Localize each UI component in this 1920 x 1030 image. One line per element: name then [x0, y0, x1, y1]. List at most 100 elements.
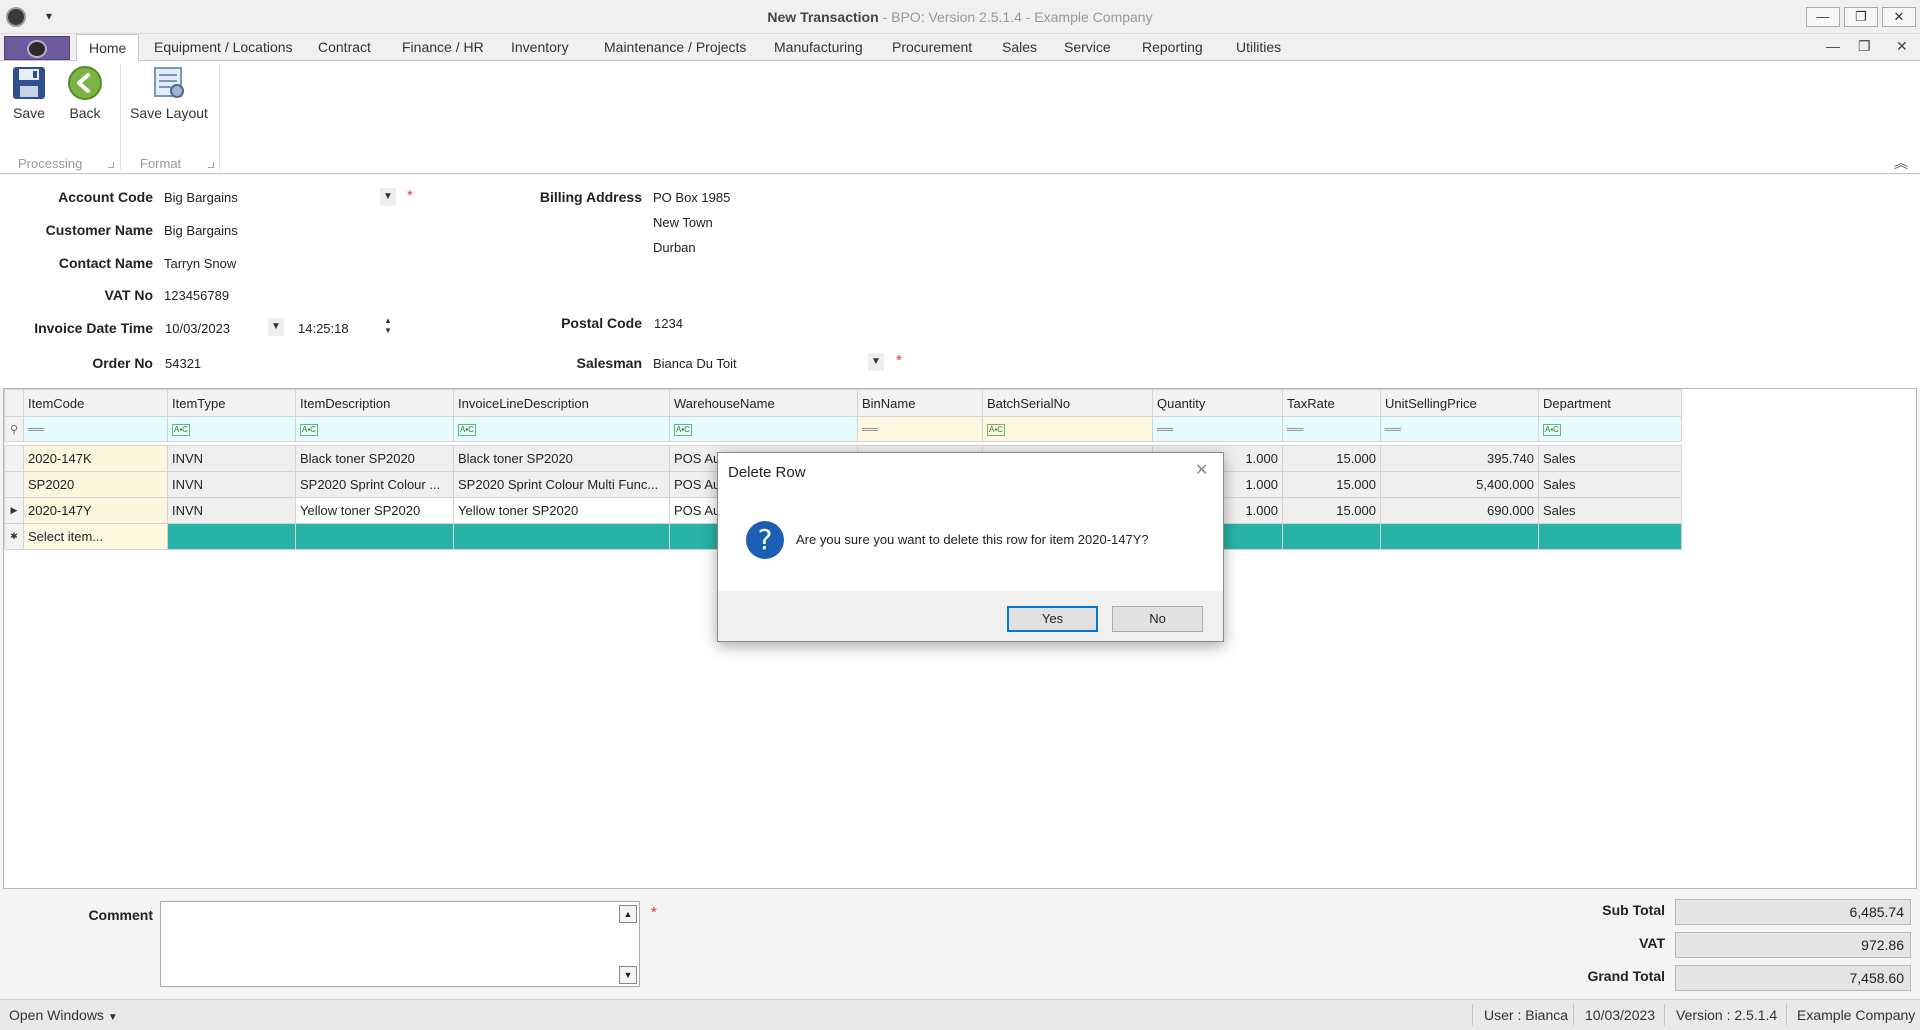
save-layout-button[interactable]: Save Layout — [128, 65, 210, 121]
cell-tax-rate[interactable]: 15.000 — [1282, 497, 1381, 524]
filter-cell[interactable]: A▪C — [167, 416, 296, 442]
cell-item-description[interactable]: Yellow toner SP2020 — [295, 497, 454, 524]
new-row-cell[interactable] — [295, 523, 454, 550]
tab-home[interactable]: Home — [76, 34, 140, 62]
tab-equipment-locations[interactable]: Equipment / Locations — [142, 34, 305, 61]
dialog-close-icon[interactable]: ✕ — [1195, 460, 1208, 480]
equals-operator-icon[interactable]: ══ — [1385, 422, 1401, 436]
column-header[interactable]: ItemDescription — [295, 389, 454, 417]
cell-item-description[interactable]: Black toner SP2020 — [295, 445, 454, 472]
tab-reporting[interactable]: Reporting — [1130, 34, 1215, 61]
cell-department[interactable]: Sales — [1538, 445, 1682, 472]
cell-item-code[interactable]: SP2020 — [23, 471, 168, 498]
column-header[interactable]: TaxRate — [1282, 389, 1381, 417]
text-operator-icon[interactable]: A▪C — [458, 423, 476, 436]
tab-contract[interactable]: Contract — [306, 34, 383, 61]
mdi-minimize-icon[interactable]: — — [1826, 38, 1840, 54]
yes-button[interactable]: Yes — [1007, 606, 1098, 632]
filter-cell[interactable]: A▪C — [453, 416, 670, 442]
invoice-date-dropdown-icon[interactable]: ▼ — [268, 318, 284, 336]
filter-cell[interactable]: ══ — [1282, 416, 1381, 442]
text-operator-icon[interactable]: A▪C — [300, 423, 318, 436]
new-item-select-cell[interactable]: Select item... — [23, 523, 168, 550]
open-windows-menu[interactable]: Open Windows ▼ — [9, 1007, 118, 1023]
equals-operator-icon[interactable]: ══ — [1287, 422, 1303, 436]
tab-utilities[interactable]: Utilities — [1224, 34, 1293, 61]
collapse-ribbon-icon[interactable]: ︽ — [1894, 153, 1908, 173]
cell-department[interactable]: Sales — [1538, 471, 1682, 498]
filter-cell[interactable]: A▪C — [982, 416, 1153, 442]
cell-tax-rate[interactable]: 15.000 — [1282, 471, 1381, 498]
new-row-cell[interactable] — [1538, 523, 1682, 550]
cell-invoice-line-description[interactable]: SP2020 Sprint Colour Multi Func... — [453, 471, 670, 498]
save-button[interactable]: Save — [8, 65, 50, 121]
cell-invoice-line-description[interactable]: Yellow toner SP2020 — [453, 497, 670, 524]
salesman-field[interactable]: Bianca Du Toit — [653, 356, 737, 371]
close-button[interactable]: ✕ — [1882, 7, 1916, 27]
time-spinner-icon[interactable]: ▲ ▼ — [384, 316, 392, 336]
cell-item-code[interactable]: 2020-147Y — [23, 497, 168, 524]
filter-cell[interactable]: A▪C — [1538, 416, 1682, 442]
column-header[interactable]: WarehouseName — [669, 389, 858, 417]
equals-operator-icon[interactable]: ══ — [28, 422, 44, 436]
application-menu-button[interactable] — [4, 36, 70, 60]
filter-cell[interactable]: ══ — [1380, 416, 1539, 442]
cell-department[interactable]: Sales — [1538, 497, 1682, 524]
column-header[interactable]: ItemType — [167, 389, 296, 417]
cell-item-description[interactable]: SP2020 Sprint Colour ... — [295, 471, 454, 498]
salesman-dropdown-icon[interactable]: ▼ — [868, 353, 884, 371]
minimize-button[interactable]: — — [1806, 7, 1840, 27]
tab-procurement[interactable]: Procurement — [880, 34, 984, 61]
column-header[interactable]: ItemCode — [23, 389, 168, 417]
column-header[interactable]: UnitSellingPrice — [1380, 389, 1539, 417]
cell-tax-rate[interactable]: 15.000 — [1282, 445, 1381, 472]
scroll-up-icon[interactable]: ▲ — [619, 905, 637, 923]
equals-operator-icon[interactable]: ══ — [1157, 422, 1173, 436]
cell-unit-selling-price[interactable]: 395.740 — [1380, 445, 1539, 472]
new-row-cell[interactable] — [1380, 523, 1539, 550]
cell-item-type[interactable]: INVN — [167, 471, 296, 498]
tab-finance-hr[interactable]: Finance / HR — [390, 34, 496, 61]
row-indicator[interactable] — [4, 471, 24, 498]
tab-service[interactable]: Service — [1052, 34, 1123, 61]
format-group-launcher-icon[interactable] — [208, 162, 214, 168]
order-no-field[interactable]: 54321 — [165, 356, 201, 371]
column-header[interactable]: Quantity — [1152, 389, 1283, 417]
cell-item-type[interactable]: INVN — [167, 497, 296, 524]
new-row-cell[interactable] — [453, 523, 670, 550]
text-operator-icon[interactable]: A▪C — [674, 423, 692, 436]
invoice-date-field[interactable]: 10/03/2023 — [165, 321, 230, 336]
back-button[interactable]: Back — [64, 65, 106, 121]
account-code-dropdown-icon[interactable]: ▼ — [380, 188, 396, 206]
filter-cell[interactable]: ══ — [1152, 416, 1283, 442]
processing-group-launcher-icon[interactable] — [108, 162, 114, 168]
new-row-cell[interactable] — [1282, 523, 1381, 550]
new-row-cell[interactable] — [167, 523, 296, 550]
filter-cell[interactable]: A▪C — [295, 416, 454, 442]
text-operator-icon[interactable]: A▪C — [987, 423, 1005, 436]
filter-cell[interactable]: ══ — [857, 416, 983, 442]
comment-textarea[interactable] — [160, 901, 640, 987]
current-row-indicator-icon[interactable]: ▶ — [4, 497, 24, 524]
tab-maintenance-projects[interactable]: Maintenance / Projects — [592, 34, 758, 61]
text-operator-icon[interactable]: A▪C — [172, 423, 190, 436]
restore-button[interactable]: ❐ — [1844, 7, 1878, 27]
column-header[interactable]: BatchSerialNo — [982, 389, 1153, 417]
mdi-close-icon[interactable]: ✕ — [1896, 38, 1908, 55]
invoice-time-field[interactable]: 14:25:18 — [298, 321, 349, 336]
cell-unit-selling-price[interactable]: 5,400.000 — [1380, 471, 1539, 498]
filter-cell[interactable]: ══ — [23, 416, 168, 442]
cell-unit-selling-price[interactable]: 690.000 — [1380, 497, 1539, 524]
cell-invoice-line-description[interactable]: Black toner SP2020 — [453, 445, 670, 472]
column-header[interactable]: Department — [1538, 389, 1682, 417]
scroll-down-icon[interactable]: ▼ — [619, 966, 637, 984]
no-button[interactable]: No — [1112, 606, 1203, 632]
cell-item-type[interactable]: INVN — [167, 445, 296, 472]
tab-manufacturing[interactable]: Manufacturing — [762, 34, 875, 61]
mdi-restore-icon[interactable]: ❐ — [1858, 38, 1871, 55]
text-operator-icon[interactable]: A▪C — [1543, 423, 1561, 436]
row-indicator[interactable] — [4, 445, 24, 472]
equals-operator-icon[interactable]: ══ — [862, 422, 878, 436]
account-code-field[interactable]: Big Bargains — [164, 190, 238, 205]
tab-inventory[interactable]: Inventory — [499, 34, 581, 61]
